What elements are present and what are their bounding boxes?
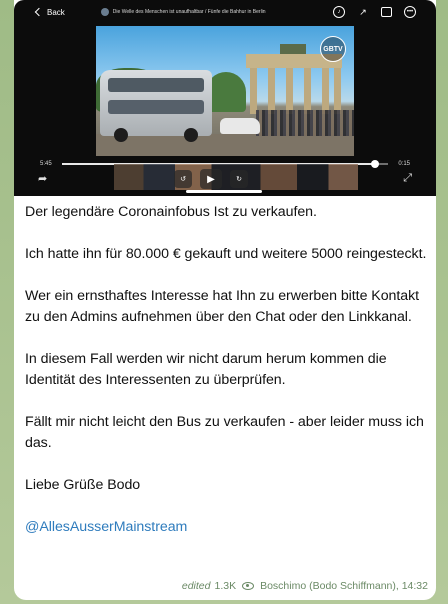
back-label: Back <box>47 7 65 17</box>
view-count: 1.3K <box>214 580 237 592</box>
video-player[interactable]: Back Die Welle des Menschen ist unaufhal… <box>14 0 436 196</box>
speaker-icon[interactable]: ♪ <box>333 6 345 18</box>
double-decker-bus <box>100 70 212 142</box>
message-meta: edited 1.3K Boschimo (Bodo Schiffmann), … <box>182 580 428 592</box>
rewind-15-icon[interactable]: ↺ <box>174 170 192 188</box>
channel-avatar <box>100 8 109 16</box>
share-icon[interactable]: ➦ <box>38 172 47 185</box>
share-icon[interactable]: ↗ <box>357 6 369 18</box>
crowd <box>256 110 354 136</box>
ground <box>96 134 354 156</box>
author-time: Boschimo (Bodo Schiffmann), 14:32 <box>260 580 428 592</box>
forward-15-icon[interactable]: ↻ <box>230 170 248 188</box>
home-indicator <box>186 190 262 193</box>
video-frame: GBTV <box>96 26 354 156</box>
fullscreen-icon[interactable]: ⤢ <box>403 172 412 185</box>
edited-label: edited <box>181 580 211 592</box>
playback-controls: ↺ ▶ ↻ <box>174 169 248 189</box>
channel-logo: GBTV <box>320 36 346 62</box>
trees <box>206 72 246 112</box>
message-paragraph: In diesem Fall werden wir nicht darum he… <box>25 351 387 388</box>
message-paragraph: Liebe Grüße Bodo <box>25 477 141 493</box>
message-paragraph: Wer ein ernsthaftes Interesse hat Ihn zu… <box>25 288 420 325</box>
video-title-text: Die Welle des Menschen ist unaufhaltbar … <box>112 9 266 15</box>
time-current: 5:45 <box>40 161 52 167</box>
time-total: 0:15 <box>398 161 410 167</box>
pip-icon[interactable] <box>381 7 392 17</box>
message-paragraph: Der legendäre Coronainfobus Ist zu verka… <box>25 204 317 220</box>
play-icon[interactable]: ▶ <box>200 169 222 189</box>
more-icon[interactable]: ••• <box>404 6 416 18</box>
message-paragraph: Ich hatte ihn für 80.000 € gekauft und w… <box>25 246 427 262</box>
progress-handle[interactable] <box>371 160 380 168</box>
chevron-left-icon <box>34 7 44 17</box>
message-text: Der legendäre Coronainfobus Ist zu verka… <box>25 202 429 538</box>
video-top-bar: Back Die Welle des Menschen ist unaufhal… <box>14 0 436 24</box>
video-title: Die Welle des Menschen ist unaufhaltbar … <box>100 8 291 16</box>
channel-link[interactable]: @AllesAusserMainstream <box>25 519 187 535</box>
message-paragraph: Fällt mir nicht leicht den Bus zu verkau… <box>25 414 424 451</box>
eye-icon <box>242 582 255 590</box>
message-bubble: Back Die Welle des Menschen ist unaufhal… <box>14 0 436 600</box>
back-button[interactable]: Back <box>34 7 65 17</box>
car <box>220 118 260 134</box>
